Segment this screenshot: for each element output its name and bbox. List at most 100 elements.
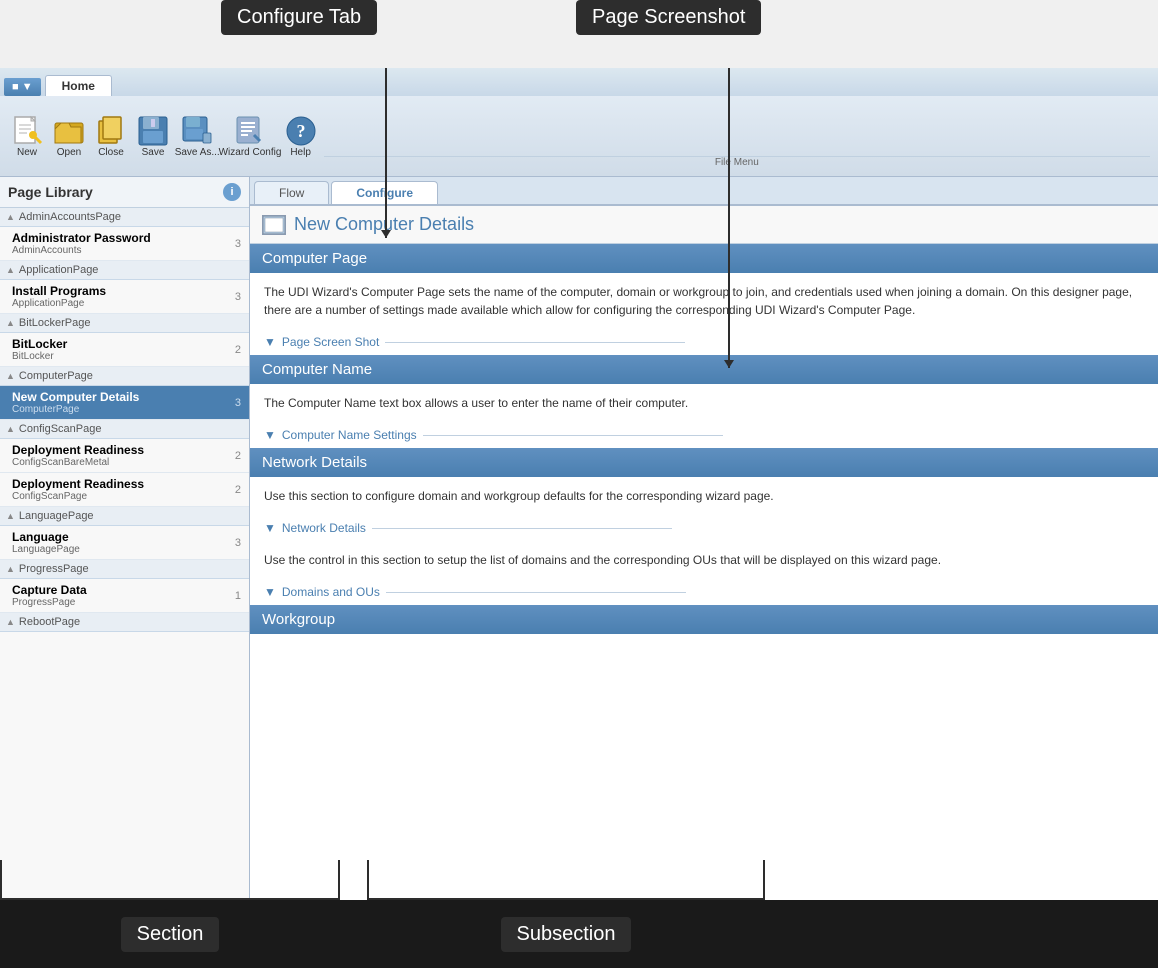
sidebar-header: Page Library i	[0, 177, 249, 208]
sidebar-category-bitlocker[interactable]: ▲ BitLockerPage	[0, 314, 249, 333]
sidebar-item-deploy-readiness-bare[interactable]: Deployment Readiness ConfigScanBareMetal…	[0, 439, 249, 473]
subsection-domains-ous[interactable]: ▼ Domains and OUs	[250, 579, 1158, 605]
tab-flow[interactable]: Flow	[254, 181, 329, 204]
sidebar-category-app-label: ApplicationPage	[19, 264, 99, 276]
subsection-domains-chevron: ▼	[264, 585, 276, 599]
sidebar-category-reboot[interactable]: ▲ RebootPage	[0, 613, 249, 632]
sidebar-category-reboot-arrow: ▲	[6, 617, 15, 627]
tab-home[interactable]: Home	[45, 75, 112, 96]
sidebar-item-capture-title: Capture Data	[12, 583, 231, 597]
section-workgroup-title: Workgroup	[262, 611, 335, 628]
section-network-title: Network Details	[262, 454, 367, 471]
open-icon	[53, 115, 85, 147]
sidebar-category-configscan-label: ConfigScanPage	[19, 423, 102, 435]
sidebar-item-newcomp-content: New Computer Details ComputerPage	[12, 390, 231, 415]
section-workgroup[interactable]: Workgroup	[250, 605, 1158, 634]
sidebar-info-icon[interactable]: i	[223, 183, 241, 201]
subsection-network-link[interactable]: Network Details	[282, 521, 366, 535]
sidebar-category-progress-arrow: ▲	[6, 564, 15, 574]
sidebar-item-new-computer[interactable]: New Computer Details ComputerPage 3	[0, 386, 249, 420]
sidebar-item-deploy-readiness[interactable]: Deployment Readiness ConfigScanPage 2	[0, 473, 249, 507]
sidebar-category-app[interactable]: ▲ ApplicationPage	[0, 261, 249, 280]
sidebar-item-admin-title: Administrator Password	[12, 231, 231, 245]
ribbon: ■ ▼ Home New	[0, 68, 1158, 177]
new-label: New	[17, 147, 37, 158]
sidebar-item-newcomp-subtitle: ComputerPage	[12, 404, 231, 415]
configure-tab-annotation: Configure Tab	[221, 0, 377, 35]
subsection-page-screenshot[interactable]: ▼ Page Screen Shot	[250, 329, 1158, 355]
subsection-name-settings-link[interactable]: Computer Name Settings	[282, 428, 417, 442]
ribbon-tabs: ■ ▼ Home	[0, 68, 1158, 96]
sidebar-item-lang-count: 3	[235, 537, 241, 549]
sidebar-item-deploy2-content: Deployment Readiness ConfigScanPage	[12, 477, 231, 502]
configure-tab-arrow	[385, 68, 387, 238]
help-button[interactable]: ? Help	[282, 112, 320, 161]
sidebar-item-lang-content: Language LanguagePage	[12, 530, 231, 555]
section-annotation-label: Section	[121, 917, 220, 952]
sidebar-item-lang-subtitle: LanguagePage	[12, 544, 231, 555]
close-icon	[95, 115, 127, 147]
sidebar-item-capture-count: 1	[235, 590, 241, 602]
subsection-domains-link[interactable]: Domains and OUs	[282, 585, 380, 599]
open-button[interactable]: Open	[50, 112, 88, 161]
content-area: Flow Configure New Computer Details	[250, 177, 1158, 900]
sidebar-item-bitlocker-subtitle: BitLocker	[12, 351, 231, 362]
subsection-network-line	[372, 528, 672, 529]
sidebar-category-reboot-label: RebootPage	[19, 616, 80, 628]
section-computer-page-title: Computer Page	[262, 250, 367, 267]
sidebar-item-deploy2-count: 2	[235, 484, 241, 496]
section-network-desc: Use this section to configure domain and…	[250, 477, 1158, 515]
office-button[interactable]: ■ ▼	[4, 78, 41, 96]
sidebar-item-admin-password[interactable]: Administrator Password AdminAccounts 3	[0, 227, 249, 261]
page-header-icon	[262, 215, 286, 235]
sidebar-item-deploy2-subtitle: ConfigScanPage	[12, 491, 231, 502]
save-label: Save	[142, 147, 165, 158]
save-as-button[interactable]: Save As...	[176, 112, 218, 161]
section-network-details[interactable]: Network Details	[250, 448, 1158, 477]
sidebar-category-computer[interactable]: ▲ ComputerPage	[0, 367, 249, 386]
section-network-extra-desc: Use the control in this section to setup…	[250, 541, 1158, 579]
ribbon-content: New Open C	[0, 96, 1158, 176]
sidebar-item-bitlocker[interactable]: BitLocker BitLocker 2	[0, 333, 249, 367]
sidebar-category-configscan[interactable]: ▲ ConfigScanPage	[0, 420, 249, 439]
subsection-network-details[interactable]: ▼ Network Details	[250, 515, 1158, 541]
sidebar-item-deploy1-content: Deployment Readiness ConfigScanBareMetal	[12, 443, 231, 468]
content-body: New Computer Details Computer Page The U…	[250, 206, 1158, 900]
page-screenshot-annotation: Page Screenshot	[576, 0, 761, 35]
section-bracket-right	[338, 860, 340, 900]
subsection-network-chevron: ▼	[264, 521, 276, 535]
sidebar-item-language[interactable]: Language LanguagePage 3	[0, 526, 249, 560]
sidebar-item-capture-data[interactable]: Capture Data ProgressPage 1	[0, 579, 249, 613]
sidebar-item-install-count: 3	[235, 291, 241, 303]
sidebar-item-deploy1-subtitle: ConfigScanBareMetal	[12, 457, 231, 468]
sidebar-category-progress[interactable]: ▲ ProgressPage	[0, 560, 249, 579]
section-computer-name-title: Computer Name	[262, 361, 372, 378]
sidebar-list: ▲ AdminAccountsPage Administrator Passwo…	[0, 208, 249, 900]
subsection-page-screenshot-link[interactable]: Page Screen Shot	[282, 335, 379, 349]
sidebar-category-app-arrow: ▲	[6, 265, 15, 275]
sidebar-item-newcomp-count: 3	[235, 397, 241, 409]
sidebar-category-bitlocker-arrow: ▲	[6, 318, 15, 328]
subsection-page-screenshot-line	[385, 342, 685, 343]
sidebar-category-admin[interactable]: ▲ AdminAccountsPage	[0, 208, 249, 227]
sidebar-title: Page Library	[8, 184, 223, 200]
sidebar-category-language[interactable]: ▲ LanguagePage	[0, 507, 249, 526]
new-button[interactable]: New	[8, 112, 46, 161]
sidebar-category-admin-label: AdminAccountsPage	[19, 211, 121, 223]
sidebar-item-install-programs[interactable]: Install Programs ApplicationPage 3	[0, 280, 249, 314]
section-computer-name[interactable]: Computer Name	[250, 355, 1158, 384]
wizard-config-button[interactable]: Wizard Config	[222, 112, 277, 161]
sidebar-item-deploy2-title: Deployment Readiness	[12, 477, 231, 491]
close-button[interactable]: Close	[92, 112, 130, 161]
section-computer-page[interactable]: Computer Page	[250, 244, 1158, 273]
subsection-computer-name-settings[interactable]: ▼ Computer Name Settings	[250, 422, 1158, 448]
sidebar-item-install-subtitle: ApplicationPage	[12, 298, 231, 309]
subsection-annotation-label: Subsection	[501, 917, 632, 952]
sidebar-item-capture-subtitle: ProgressPage	[12, 597, 231, 608]
save-icon	[137, 115, 169, 147]
sidebar-item-admin-subtitle: AdminAccounts	[12, 245, 231, 256]
section-computer-name-desc: The Computer Name text box allows a user…	[250, 384, 1158, 422]
svg-text:?: ?	[296, 121, 305, 141]
sidebar-item-capture-content: Capture Data ProgressPage	[12, 583, 231, 608]
save-button[interactable]: Save	[134, 112, 172, 161]
